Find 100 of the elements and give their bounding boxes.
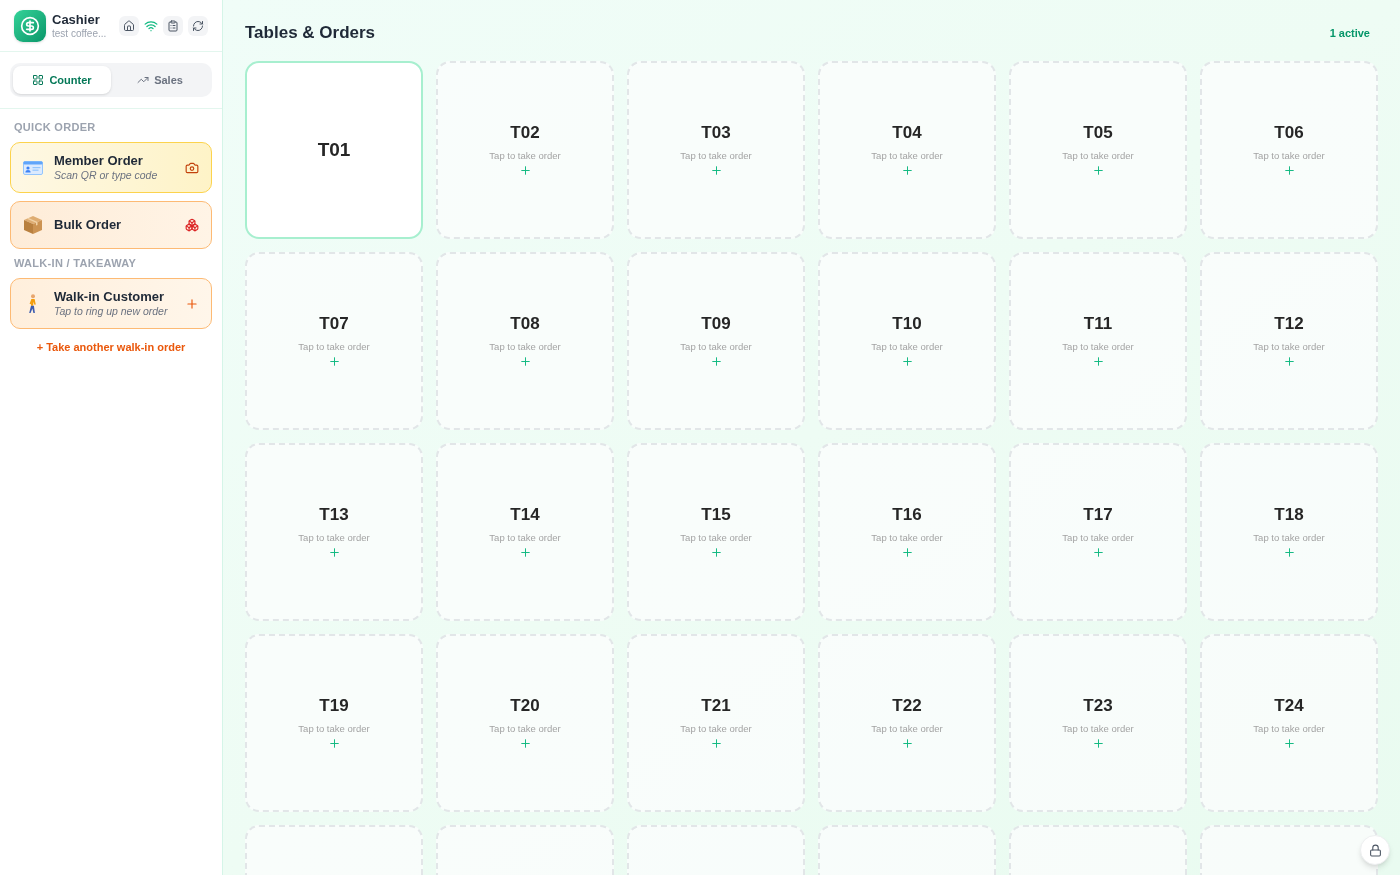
table-card[interactable]: T22 Tap to take order bbox=[818, 634, 996, 812]
plus-icon bbox=[900, 164, 914, 177]
plus-icon bbox=[518, 164, 532, 177]
order-type-card[interactable]: Walk-in Customer Tap to ring up new order bbox=[10, 278, 212, 329]
table-card[interactable]: T14 Tap to take order bbox=[436, 443, 614, 621]
hint-text: Tap to take order bbox=[489, 532, 561, 543]
plus-icon bbox=[327, 546, 341, 559]
order-type-card[interactable]: Member Order Scan QR or type code bbox=[10, 142, 212, 193]
plus-icon bbox=[1282, 164, 1296, 177]
table-card[interactable]: T16 Tap to take order bbox=[818, 443, 996, 621]
table-card[interactable]: T05 Tap to take order bbox=[1009, 61, 1187, 239]
plus-icon bbox=[1282, 737, 1296, 750]
hint-text: Tap to take order bbox=[1253, 532, 1325, 543]
plus-icon bbox=[709, 737, 723, 750]
table-card[interactable]: T09 Tap to take order bbox=[627, 252, 805, 430]
plus-icon bbox=[1091, 546, 1105, 559]
plus-icon bbox=[709, 355, 723, 368]
trend-line-icon bbox=[137, 74, 150, 86]
table-card[interactable]: T04 Tap to take order bbox=[818, 61, 996, 239]
take-another-order-link[interactable]: + Take another walk-in order bbox=[36, 340, 186, 354]
table-card[interactable]: T03 Tap to take order bbox=[627, 61, 805, 239]
app-title: Cashier bbox=[52, 11, 101, 27]
table-number: T11 bbox=[1083, 314, 1113, 334]
plus-icon bbox=[327, 737, 341, 750]
refresh-button[interactable] bbox=[188, 15, 208, 36]
table-card[interactable]: T02 Tap to take order bbox=[436, 61, 614, 239]
order-type-card[interactable]: Bulk Order bbox=[10, 201, 212, 249]
plus-icon bbox=[900, 355, 914, 368]
home-button[interactable] bbox=[119, 15, 139, 36]
table-number: T08 bbox=[510, 314, 540, 334]
table-number: T12 bbox=[1274, 314, 1304, 334]
hint-text: Tap to take order bbox=[489, 723, 561, 734]
hint-text: Tap to take order bbox=[1062, 150, 1134, 161]
table-number: T20 bbox=[510, 696, 540, 716]
card-title: Bulk Order bbox=[54, 217, 123, 233]
plus-icon bbox=[1282, 355, 1296, 368]
hint-text: Tap to take order bbox=[680, 723, 752, 734]
hint-text: Tap to take order bbox=[1253, 150, 1325, 161]
id-card-icon bbox=[23, 160, 43, 175]
table-number: T21 bbox=[701, 696, 731, 716]
plus-icon bbox=[518, 355, 532, 368]
card-title: Walk-in Customer bbox=[54, 289, 166, 305]
hint-text: Tap to take order bbox=[298, 341, 370, 352]
table-number: T13 bbox=[319, 505, 349, 525]
clipboard-button[interactable] bbox=[163, 15, 183, 36]
table-number: T16 bbox=[892, 505, 922, 525]
plus-icon bbox=[1091, 355, 1105, 368]
table-number: T19 bbox=[319, 696, 349, 716]
table-number: T06 bbox=[1274, 123, 1304, 143]
hint-text: Tap to take order bbox=[298, 723, 370, 734]
table-card[interactable]: T15 Tap to take order bbox=[627, 443, 805, 621]
table-card[interactable]: T07 Tap to take order bbox=[245, 252, 423, 430]
table-card[interactable]: T24 Tap to take order bbox=[1200, 634, 1378, 812]
plus-icon bbox=[709, 164, 723, 177]
tab[interactable]: Sales bbox=[111, 66, 209, 94]
table-number: T18 bbox=[1274, 505, 1304, 525]
home-icon bbox=[123, 19, 135, 32]
clipboard-icon bbox=[167, 19, 179, 32]
hint-text: Tap to take order bbox=[298, 532, 370, 543]
table-card[interactable]: T08 Tap to take order bbox=[436, 252, 614, 430]
table-number: T15 bbox=[701, 505, 731, 525]
tab[interactable]: Counter bbox=[13, 66, 111, 94]
hint-text: Tap to take order bbox=[871, 532, 943, 543]
table-card[interactable]: T20 Tap to take order bbox=[436, 634, 614, 812]
table-number: T07 bbox=[319, 314, 349, 334]
table-card[interactable]: T10 Tap to take order bbox=[818, 252, 996, 430]
hint-text: Tap to take order bbox=[1062, 532, 1134, 543]
hint-text: Tap to take order bbox=[680, 532, 752, 543]
table-number: T09 bbox=[701, 314, 731, 334]
table-card[interactable]: T21 Tap to take order bbox=[627, 634, 805, 812]
plus-icon bbox=[518, 546, 532, 559]
table-number: T03 bbox=[701, 123, 731, 143]
table-number: T22 bbox=[892, 696, 922, 716]
plus-icon bbox=[900, 546, 914, 559]
section-heading: QUICK ORDER bbox=[13, 120, 97, 134]
lock-icon bbox=[1368, 843, 1382, 857]
table-number: T23 bbox=[1083, 696, 1113, 716]
table-number: T24 bbox=[1274, 696, 1304, 716]
active-count: 1 active bbox=[1329, 25, 1370, 41]
camera-icon bbox=[185, 160, 199, 175]
refresh-icon bbox=[192, 19, 204, 32]
card-subtitle: Tap to ring up new order bbox=[54, 305, 169, 318]
table-number: T05 bbox=[1083, 123, 1113, 143]
table-card[interactable]: T11 Tap to take order bbox=[1009, 252, 1187, 430]
table-card[interactable]: T13 Tap to take order bbox=[245, 443, 423, 621]
hint-text: Tap to take order bbox=[680, 150, 752, 161]
table-card[interactable]: T19 Tap to take order bbox=[245, 634, 423, 812]
grid-icon bbox=[32, 74, 45, 86]
hint-text: Tap to take order bbox=[871, 150, 943, 161]
table-card[interactable]: T17 Tap to take order bbox=[1009, 443, 1187, 621]
table-card[interactable]: T12 Tap to take order bbox=[1200, 252, 1378, 430]
plus-icon bbox=[900, 737, 914, 750]
table-card[interactable]: T06 Tap to take order bbox=[1200, 61, 1378, 239]
hint-text: Tap to take order bbox=[871, 341, 943, 352]
plus-icon bbox=[1091, 164, 1105, 177]
table-number: T14 bbox=[510, 505, 540, 525]
plus-icon bbox=[709, 546, 723, 559]
table-card[interactable]: T23 Tap to take order bbox=[1009, 634, 1187, 812]
table-card[interactable]: T01 bbox=[245, 61, 423, 239]
table-card[interactable]: T18 Tap to take order bbox=[1200, 443, 1378, 621]
